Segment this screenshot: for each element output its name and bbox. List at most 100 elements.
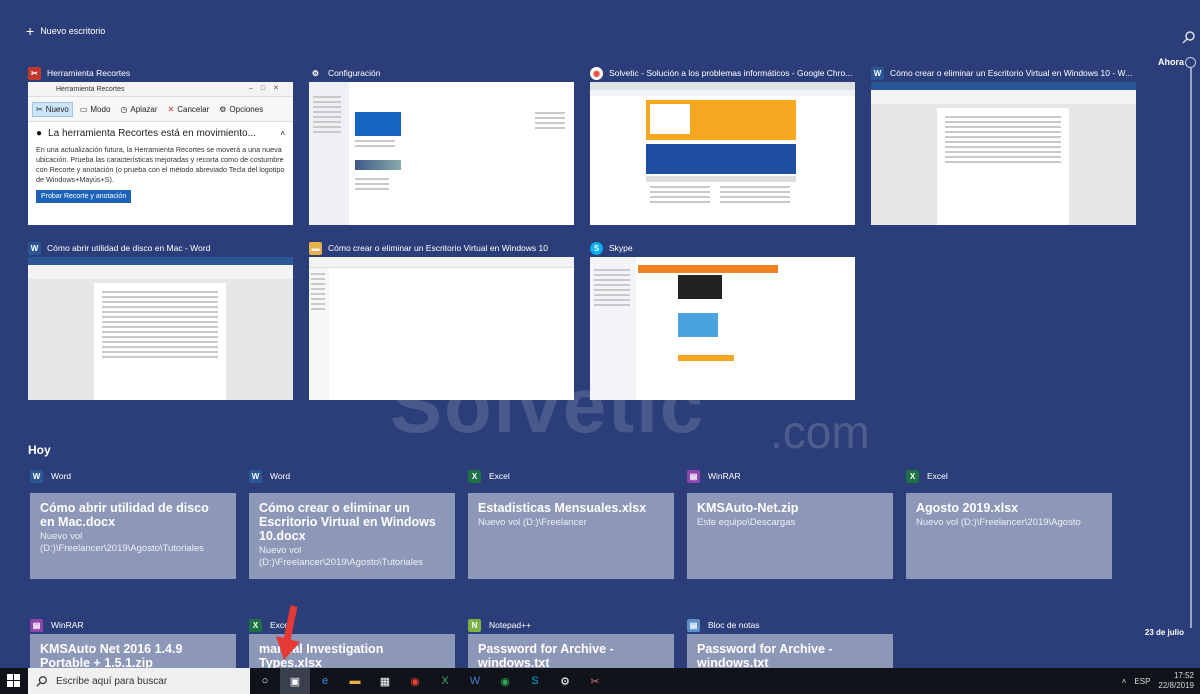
word-icon: W: [28, 241, 41, 255]
gear-icon: ⚙: [219, 104, 227, 114]
excel-icon: X: [906, 469, 919, 483]
aplazar-button: ◷ Aplazar: [117, 103, 160, 116]
snip-body-text: En una actualización futura, la Herramie…: [36, 145, 285, 184]
cancelar-label: Cancelar: [177, 104, 210, 114]
plus-icon: +: [26, 23, 35, 39]
modo-button: ▭ Modo: [77, 103, 114, 116]
card-title: Agosto 2019.xlsx: [916, 501, 1019, 515]
snip-window-title: Herramienta Recortes: [56, 85, 125, 93]
system-tray: ˄ ESP 17:52 22/8/2019: [1122, 668, 1200, 694]
chevron-up-icon: ˄: [280, 129, 285, 138]
snip-heading: La herramienta Recortes está en movimien…: [48, 128, 256, 139]
card-app-name: Word: [51, 471, 72, 481]
activity-card[interactable]: ▤ Bloc de notas Password for Archive - wi…: [687, 618, 893, 674]
activity-card[interactable]: W Word Cómo abrir utilidad de disco en Ma…: [30, 469, 236, 579]
window-thumbnail: [590, 257, 855, 400]
window-word-virtual-desktop[interactable]: W Cómo crear o eliminar un Escritorio Vi…: [871, 66, 1136, 225]
red-arrow-annotation: [276, 605, 300, 660]
activity-card[interactable]: ▤ WinRAR KMSAuto Net 2016 1.4.9 Portable …: [30, 618, 236, 674]
window-controls: –□✕: [249, 85, 287, 92]
task-view-icon[interactable]: ▣: [280, 668, 310, 694]
chevron-up-icon[interactable]: ˄: [1122, 677, 1127, 686]
window-thumbnail: [309, 82, 574, 225]
window-title: Skype: [609, 243, 633, 253]
scissors-icon: ✂: [36, 104, 43, 114]
cancelar-button: ✕ Cancelar: [165, 103, 213, 116]
opciones-button: ⚙ Opciones: [216, 103, 266, 116]
window-thumbnail: Herramienta Recortes –□✕ ✂ Nuevo ▭ Modo ◷ A…: [28, 82, 293, 225]
opciones-label: Opciones: [229, 104, 264, 114]
word-icon[interactable]: W: [460, 668, 490, 694]
card-app-name: Excel: [927, 471, 948, 481]
language-indicator[interactable]: ESP: [1134, 677, 1150, 686]
notepad-icon: ▤: [687, 618, 700, 632]
window-thumbnail: [309, 257, 574, 400]
winrar-icon: ▤: [687, 469, 700, 483]
window-thumbnail: [871, 82, 1136, 225]
search-icon[interactable]: [1182, 30, 1196, 44]
skype-icon[interactable]: S: [520, 668, 550, 694]
timeline-now-label: Ahora: [1157, 57, 1184, 67]
window-word-disk-utility[interactable]: W Cómo abrir utilidad de disco en Mac - …: [28, 241, 293, 400]
store-icon[interactable]: ▦: [370, 668, 400, 694]
window-snipping-tool[interactable]: ✂ Herramienta Recortes Herramienta Recor…: [28, 66, 293, 225]
window-title: Cómo abrir utilidad de disco en Mac - Wo…: [47, 243, 211, 253]
clock-date: 22/8/2019: [1158, 681, 1194, 690]
clock[interactable]: 17:52 22/8/2019: [1158, 671, 1194, 691]
skype-icon: S: [590, 241, 603, 255]
window-skype[interactable]: S Skype: [590, 241, 855, 400]
window-title: Configuración: [328, 68, 381, 78]
card-path: Nuevo vol (D:)\Freelancer: [478, 517, 587, 528]
timeline-scrollbar[interactable]: [1190, 68, 1192, 628]
card-title: Cómo crear o eliminar un Escritorio Virt…: [259, 501, 436, 543]
settings-gear-icon[interactable]: ⚙: [550, 668, 580, 694]
mode-icon: ▭: [79, 104, 88, 114]
card-title: KMSAuto-Net.zip: [697, 501, 799, 515]
word-icon: W: [871, 66, 884, 80]
chrome-icon[interactable]: ◉: [400, 668, 430, 694]
windows-logo-icon: [7, 674, 20, 687]
window-settings[interactable]: ⚙ Configuración: [309, 66, 574, 225]
activity-card[interactable]: N Notepad++ Password for Archive - window…: [468, 618, 674, 674]
chrome-icon[interactable]: ◉: [490, 668, 520, 694]
card-path: Nuevo vol (D:)\Freelancer\2019\Agosto: [916, 517, 1081, 528]
window-title: Herramienta Recortes: [47, 68, 131, 78]
cortana-icon[interactable]: ○: [250, 668, 280, 694]
watermark-domain: .com: [770, 406, 870, 458]
timeline-now-marker[interactable]: [1185, 57, 1196, 68]
activity-card[interactable]: ▤ WinRAR KMSAuto-Net.zip Este equipo\Desca…: [687, 469, 893, 579]
chrome-icon: ◉: [590, 66, 603, 80]
nuevo-button: ✂ Nuevo: [32, 101, 73, 117]
window-title: Solvetic - Solución a los problemas info…: [609, 68, 853, 78]
snipping-tool-icon[interactable]: ✂: [580, 668, 610, 694]
card-path: Nuevo vol (D:)\Freelancer\2019\Agosto\Tu…: [40, 531, 204, 554]
activity-card[interactable]: W Word Cómo crear o eliminar un Escritori…: [249, 469, 455, 579]
notepad-plus-icon: N: [468, 618, 481, 632]
new-desktop-button[interactable]: + Nuevo escritorio: [26, 23, 106, 39]
timeline-date-marker: 23 de julio: [1144, 628, 1184, 637]
nuevo-label: Nuevo: [45, 104, 69, 114]
try-snip-sketch-button: Probar Recorte y anotación: [36, 190, 132, 203]
card-title: KMSAuto Net 2016 1.4.9 Portable + 1.5.1.…: [40, 642, 183, 670]
excel-icon[interactable]: X: [430, 668, 460, 694]
word-icon: W: [30, 469, 43, 483]
edge-icon[interactable]: e: [310, 668, 340, 694]
window-file-explorer[interactable]: ▬ Cómo crear o eliminar un Escritorio Vi…: [309, 241, 574, 400]
windows-start-button[interactable]: [0, 668, 28, 694]
window-chrome[interactable]: ◉ Solvetic - Solución a los problemas in…: [590, 66, 855, 225]
file-explorer-icon[interactable]: ▬: [340, 668, 370, 694]
taskbar-search-box[interactable]: Escribe aquí para buscar: [28, 668, 250, 694]
folder-icon: ▬: [309, 241, 322, 255]
activity-card[interactable]: X Excel Estadisticas Mensuales.xlsx Nuevo …: [468, 469, 674, 579]
close-icon: ✕: [167, 104, 175, 114]
card-title: Password for Archive - windows.txt: [697, 642, 833, 670]
modo-label: Modo: [90, 104, 111, 114]
card-app-name: Word: [270, 471, 291, 481]
card-title: Estadisticas Mensuales.xlsx: [478, 501, 647, 515]
card-app-name: Excel: [489, 471, 510, 481]
activity-card[interactable]: X Excel Agosto 2019.xlsx Nuevo vol (D:)\Fr…: [906, 469, 1112, 579]
new-desktop-label: Nuevo escritorio: [40, 26, 106, 36]
window-title: Cómo crear o eliminar un Escritorio Virt…: [328, 243, 548, 253]
card-app-name: WinRAR: [51, 620, 84, 630]
excel-icon: X: [468, 469, 481, 483]
